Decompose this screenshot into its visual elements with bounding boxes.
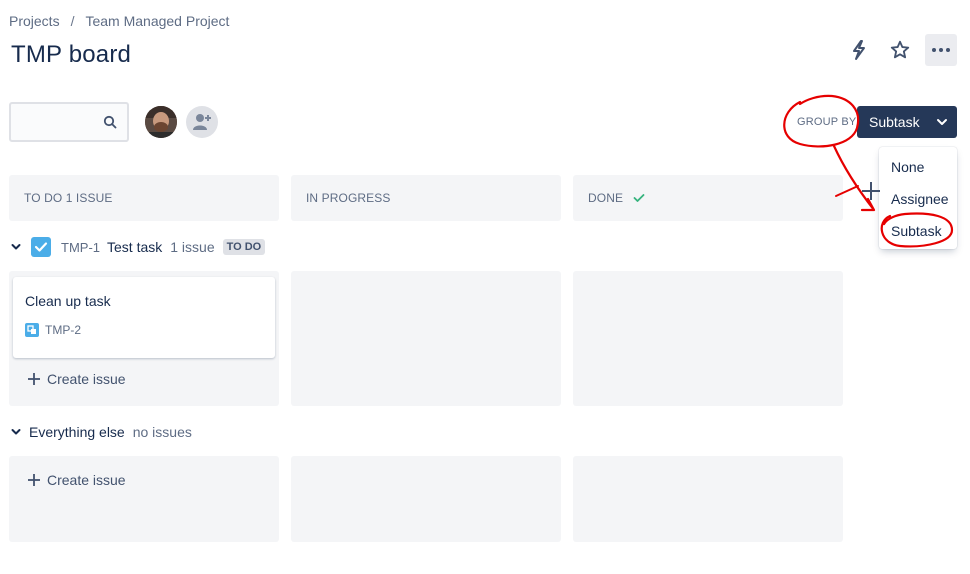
issue-title[interactable]: Test task (107, 239, 162, 255)
star-icon (890, 40, 910, 59)
swimlane-title: Everything else (29, 424, 125, 440)
breadcrumb-separator: / (70, 13, 75, 29)
column-title: TO DO 1 ISSUE (24, 191, 113, 205)
plus-icon (28, 373, 40, 385)
check-icon (633, 194, 645, 202)
group-by-selected: Subtask (869, 114, 920, 130)
chevron-down-icon[interactable] (11, 428, 21, 436)
group-by-menu: None Assignee Subtask (879, 147, 957, 249)
add-column-icon[interactable] (860, 180, 882, 202)
create-issue-label: Create issue (47, 472, 126, 488)
column-title: IN PROGRESS (306, 191, 391, 205)
breadcrumb: Projects / Team Managed Project (9, 13, 229, 29)
create-issue-button[interactable]: Create issue (27, 371, 126, 387)
board-cell-done (573, 456, 843, 542)
add-people-button[interactable] (186, 106, 218, 138)
board-cell-todo: Clean up task TMP-2 Create issue (9, 271, 279, 406)
chevron-down-icon (936, 119, 947, 125)
header-actions (843, 34, 957, 66)
avatar[interactable] (145, 106, 177, 138)
create-issue-label: Create issue (47, 371, 126, 387)
status-badge: TO DO (222, 239, 266, 255)
user-photo-icon (145, 106, 177, 138)
card-title: Clean up task (25, 293, 111, 309)
menu-item-assignee[interactable]: Assignee (879, 183, 957, 215)
add-person-icon (193, 114, 211, 130)
swimlane-header[interactable]: Everything else no issues (11, 424, 200, 440)
search-icon (103, 115, 117, 129)
lightning-icon (853, 40, 865, 60)
issue-count: no issues (132, 424, 192, 440)
swimlane-header[interactable]: TMP-1 Test task 1 issue TO DO (11, 237, 266, 257)
column-todo[interactable]: TO DO 1 ISSUE (9, 175, 279, 221)
column-done[interactable]: DONE (573, 175, 843, 221)
more-icon (932, 48, 950, 52)
search-box (9, 102, 129, 142)
star-button[interactable] (884, 34, 916, 66)
column-in-progress[interactable]: IN PROGRESS (291, 175, 561, 221)
search-input[interactable] (11, 104, 99, 140)
board-cell-in-progress (291, 271, 561, 406)
more-actions-button[interactable] (925, 34, 957, 66)
column-title: DONE (588, 191, 624, 205)
group-by-label: GROUP BY (797, 116, 857, 128)
automation-button[interactable] (843, 34, 875, 66)
task-checkbox-icon (31, 237, 51, 257)
plus-icon (28, 474, 40, 486)
create-issue-button[interactable]: Create issue (27, 472, 126, 488)
issue-key[interactable]: TMP-1 (61, 240, 100, 255)
menu-item-subtask[interactable]: Subtask (879, 215, 957, 247)
breadcrumb-projects[interactable]: Projects (9, 13, 60, 29)
board-cell-done (573, 271, 843, 406)
issue-card[interactable]: Clean up task TMP-2 (13, 277, 275, 358)
subtask-icon (25, 323, 39, 337)
card-key: TMP-2 (45, 323, 81, 337)
menu-item-none[interactable]: None (879, 151, 957, 183)
issue-count: 1 issue (170, 239, 215, 255)
page-title: TMP board (11, 41, 132, 68)
chevron-down-icon[interactable] (11, 243, 21, 251)
group-by-dropdown[interactable]: Subtask (857, 106, 957, 138)
board-cell-todo: Create issue (9, 456, 279, 542)
board-cell-in-progress (291, 456, 561, 542)
breadcrumb-project[interactable]: Team Managed Project (85, 13, 229, 29)
